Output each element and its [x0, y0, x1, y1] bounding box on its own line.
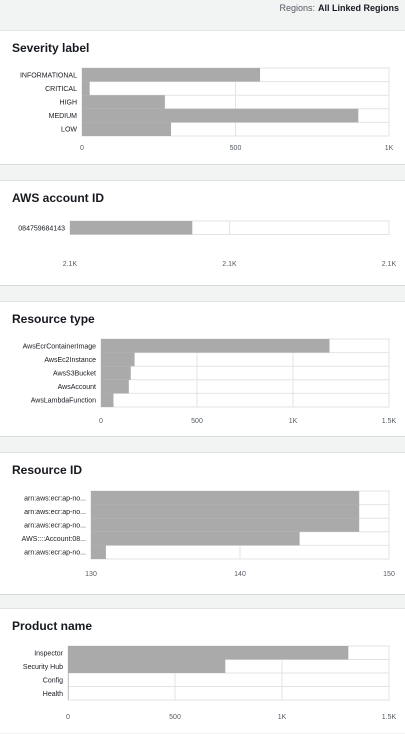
y-category-label: LOW: [61, 127, 77, 134]
bar[interactable]: [101, 339, 330, 353]
resource-id-panel: Resource ID 130 140 150 arn:aws:ecr:ap-no..…: [0, 452, 405, 595]
bar[interactable]: [91, 491, 360, 505]
x-tick-label: 500: [191, 418, 203, 425]
y-category-label: arn:aws:ecr:ap-no...: [24, 523, 86, 530]
product-name-chart: 0 500 1K 1.5K Inspector Security Hub Config Hea…: [23, 645, 397, 721]
bar[interactable]: [101, 393, 114, 407]
x-tick-label: 1K: [385, 145, 394, 152]
x-tick-label: 2.1K: [222, 261, 237, 268]
y-category-label: AwsEc2Instance: [44, 357, 96, 364]
x-tick-label: 500: [169, 714, 181, 721]
y-category-label: AWS::::Account:08...: [22, 536, 86, 543]
product-name-panel: Product name 0 500 1K 1.5K Inspector Security…: [0, 608, 405, 733]
bar[interactable]: [82, 81, 90, 96]
y-category-label: Config: [43, 677, 63, 684]
bar[interactable]: [91, 518, 360, 532]
regions-value[interactable]: All Linked Regions: [318, 3, 399, 13]
aws-account-id-panel: AWS account ID 2.1K 2.1K 2.1K 084759684143: [0, 180, 405, 286]
regions-label: Regions:: [279, 3, 315, 13]
y-category-label: 084759684143: [18, 225, 65, 232]
y-category-label: arn:aws:ecr:ap-no...: [24, 509, 86, 516]
x-tick-label: 1.5K: [382, 714, 397, 721]
y-category-label: AwsAccount: [58, 384, 96, 391]
bar[interactable]: [68, 673, 69, 687]
y-category-label: Security Hub: [23, 664, 63, 671]
bar[interactable]: [101, 366, 131, 380]
bar[interactable]: [68, 646, 349, 660]
x-tick-label: 0: [66, 714, 70, 721]
bar[interactable]: [82, 122, 172, 136]
x-tick-label: 1.5K: [382, 418, 397, 425]
x-tick-label: 0: [80, 145, 84, 152]
bar[interactable]: [82, 68, 261, 82]
resource-type-panel: Resource type 0 500 1K 1.5K AwsEcrContainerI…: [0, 301, 405, 437]
bar[interactable]: [70, 221, 193, 235]
bar[interactable]: [91, 545, 106, 559]
y-category-label: MEDIUM: [49, 113, 78, 120]
bar[interactable]: [82, 108, 359, 123]
y-category-label: AwsEcrContainerImage: [23, 343, 97, 350]
bar[interactable]: [101, 352, 135, 367]
x-tick-label: 1K: [278, 714, 287, 721]
resource-id-chart: 130 140 150 arn:aws:ecr:ap-no... arn:aws:ecr…: [22, 490, 395, 578]
x-tick-label: 140: [234, 571, 246, 578]
y-category-label: AwsLambdaFunction: [31, 398, 96, 405]
y-category-label: Health: [43, 691, 63, 698]
x-tick-label: 2.1K: [382, 261, 397, 268]
severity-label-panel: Severity label 0 500 1K INFORMATIONAL CRITIC…: [0, 30, 405, 165]
x-tick-label: 500: [230, 145, 242, 152]
regions-bar: Regions: All Linked Regions: [0, 0, 405, 30]
bar[interactable]: [91, 504, 360, 519]
x-tick-label: 2.1K: [63, 261, 78, 268]
bar[interactable]: [68, 686, 69, 701]
y-category-label: INFORMATIONAL: [20, 72, 77, 79]
y-category-label: HIGH: [60, 100, 78, 107]
x-tick-label: 150: [383, 571, 395, 578]
bar[interactable]: [91, 531, 300, 546]
y-category-label: AwsS3Bucket: [53, 371, 96, 378]
bar[interactable]: [68, 659, 226, 674]
bar[interactable]: [82, 95, 165, 109]
y-category-label: Inspector: [34, 650, 63, 657]
x-tick-label: 0: [99, 418, 103, 425]
y-category-label: arn:aws:ecr:ap-no...: [24, 550, 86, 557]
y-category-label: arn:aws:ecr:ap-no...: [24, 495, 86, 502]
severity-label-chart: 0 500 1K INFORMATIONAL CRITICAL HIGH MEDIUM LOW: [20, 67, 394, 152]
resource-type-chart: 0 500 1K 1.5K AwsEcrContainerImage AwsEc2Inst…: [23, 338, 397, 425]
bar[interactable]: [101, 379, 129, 394]
y-category-label: CRITICAL: [45, 86, 77, 93]
x-tick-label: 130: [85, 571, 97, 578]
aws-account-id-chart: 2.1K 2.1K 2.1K 084759684143: [18, 220, 397, 268]
x-tick-label: 1K: [289, 418, 298, 425]
